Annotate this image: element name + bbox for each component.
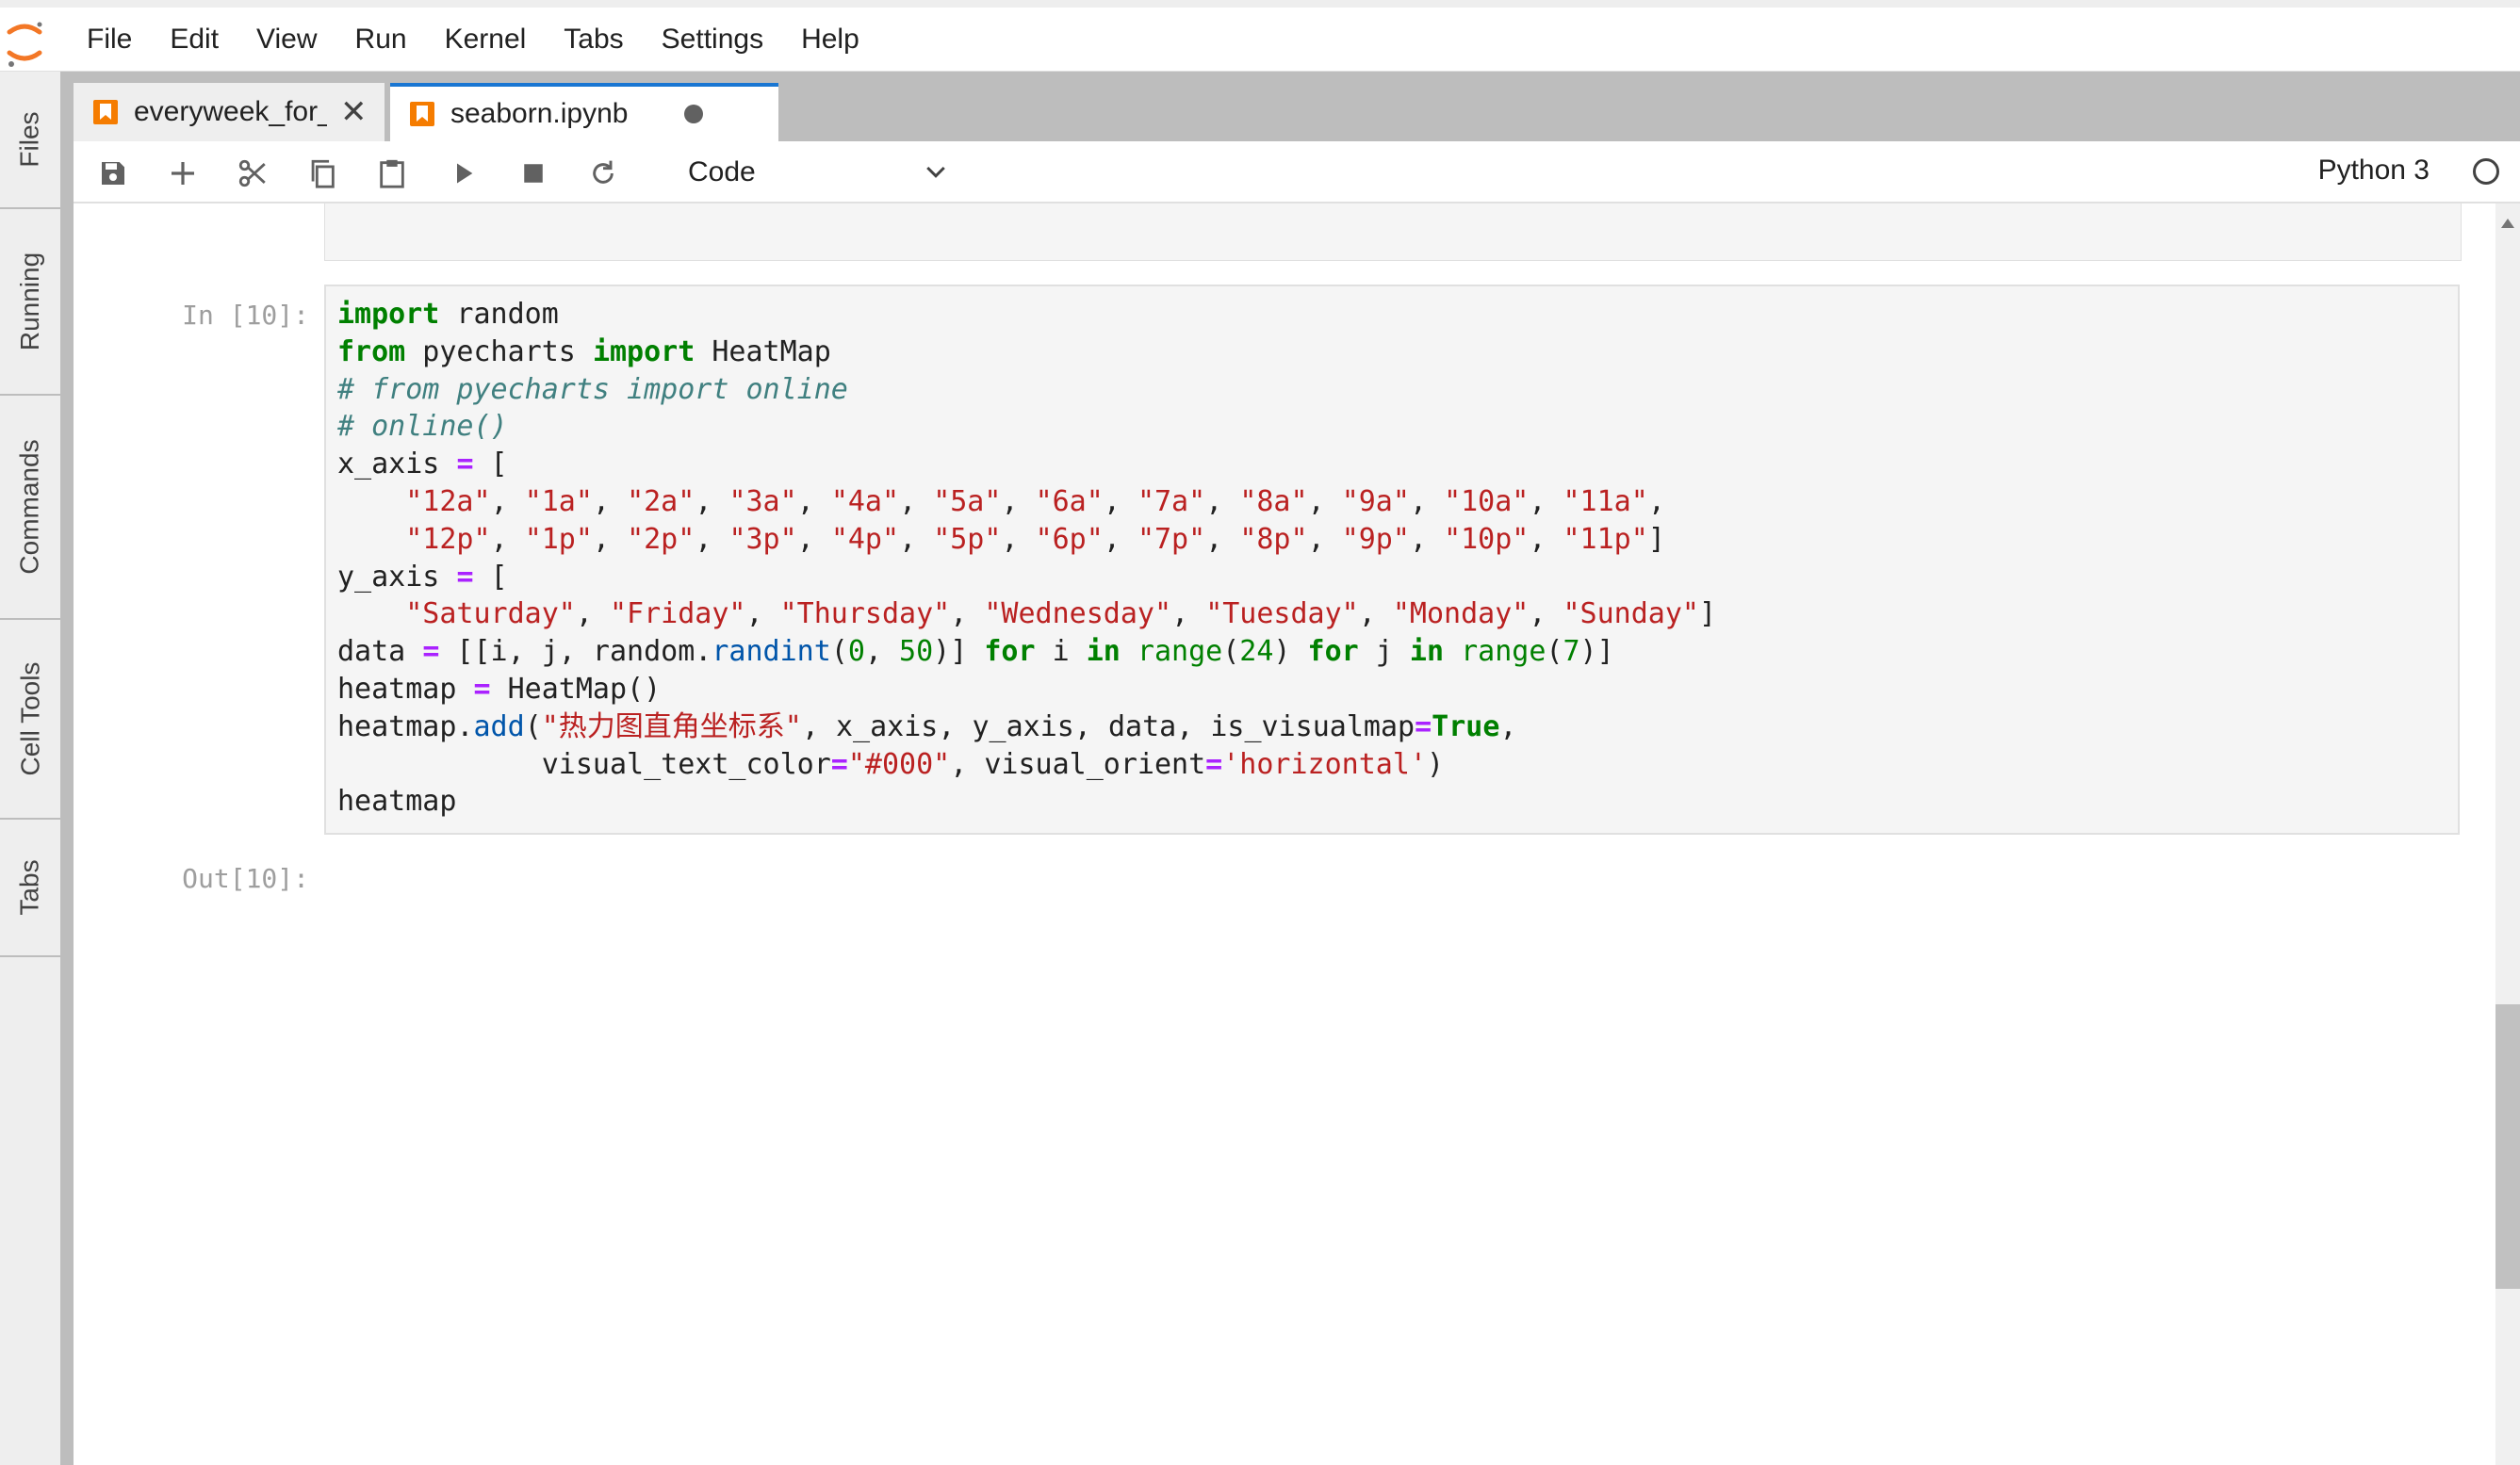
document-tab-bar: everyweek_for_l ✕ seaborn.ipynb	[74, 72, 2520, 141]
sidebar-tab-label: Cell Tools	[15, 661, 44, 776]
sidebar-tab-label: Files	[15, 111, 44, 168]
stop-button[interactable]	[515, 155, 552, 192]
code-line: from pyecharts import HeatMap	[337, 334, 831, 368]
tab-everyweek-notebook[interactable]: everyweek_for_l ✕	[74, 83, 385, 141]
add-cell-icon	[172, 162, 194, 185]
cell-type-select[interactable]: Code	[677, 149, 950, 196]
run-button[interactable]	[445, 155, 483, 192]
notebook-icon	[410, 102, 434, 126]
unsaved-dot-icon[interactable]	[684, 105, 703, 123]
cell-type-value: Code	[688, 156, 756, 187]
restart-button[interactable]	[584, 155, 622, 192]
scrollbar-thumb[interactable]	[2495, 1004, 2520, 1289]
menu-view[interactable]: View	[237, 24, 335, 56]
code-line: import random	[337, 298, 559, 331]
main-menu: File Edit View Run Kernel Tabs Settings …	[68, 8, 878, 72]
menu-settings[interactable]: Settings	[643, 24, 782, 56]
code-line: "12a", "1a", "2a", "3a", "4a", "5a", "6a…	[405, 484, 1665, 518]
scroll-up-arrow-icon[interactable]	[2501, 219, 2514, 228]
code-line: heatmap.add("热力图直角坐标系", x_axis, y_axis, …	[337, 709, 1517, 743]
save-icon	[102, 162, 124, 185]
menu-edit[interactable]: Edit	[151, 24, 237, 56]
save-button[interactable]	[94, 155, 132, 192]
notebook-panel: In [10]: import random from pyecharts im…	[74, 203, 2520, 1465]
sidebar-tab-running[interactable]: Running	[0, 209, 60, 396]
sidebar-tab-label: Tabs	[15, 859, 44, 916]
chevron-down-icon	[926, 166, 945, 178]
run-icon	[457, 163, 473, 184]
menu-run[interactable]: Run	[336, 24, 426, 56]
code-line: data = [[i, j, random.randint(0, 50)] fo…	[337, 635, 1614, 669]
menu-help[interactable]: Help	[782, 24, 878, 56]
menu-file[interactable]: File	[68, 24, 151, 56]
tab-label: seaborn.ipynb	[450, 98, 629, 129]
output-prompt: Out[10]:	[182, 863, 309, 894]
cut-button[interactable]	[234, 155, 271, 192]
code-line: visual_text_color="#000", visual_orient=…	[337, 747, 1445, 781]
copy-button[interactable]	[303, 155, 341, 192]
code-line: # online()	[337, 410, 508, 444]
code-line: "Saturday", "Friday", "Thursday", "Wedne…	[405, 597, 1717, 631]
copy-icon	[311, 159, 335, 188]
code-line: y_axis = [	[337, 560, 508, 594]
tab-seaborn-notebook[interactable]: seaborn.ipynb	[390, 83, 778, 141]
tab-label: everyweek_for_l	[134, 96, 327, 127]
code-cell-editor[interactable]: import random from pyecharts import Heat…	[324, 285, 2460, 835]
close-icon[interactable]: ✕	[340, 96, 368, 128]
left-sidebar: Files Running Commands Cell Tools Tabs	[0, 72, 61, 1465]
code-content[interactable]: import random from pyecharts import Heat…	[326, 286, 2458, 830]
sidebar-tab-commands[interactable]: Commands	[0, 396, 60, 620]
sidebar-tab-cell-tools[interactable]: Cell Tools	[0, 620, 60, 820]
sidebar-divider	[60, 72, 74, 1465]
input-prompt: In [10]:	[182, 300, 309, 331]
menu-bar: File Edit View Run Kernel Tabs Settings …	[0, 0, 2520, 72]
add-cell-button[interactable]	[164, 155, 202, 192]
cut-icon	[238, 159, 266, 187]
paste-icon	[380, 159, 404, 188]
sidebar-tab-label: Running	[15, 252, 44, 351]
code-line: heatmap = HeatMap()	[337, 672, 662, 706]
notebook-icon	[93, 100, 118, 124]
menu-tabs[interactable]: Tabs	[545, 24, 642, 56]
sidebar-tab-tabs[interactable]: Tabs	[0, 820, 60, 957]
jupyter-logo-icon	[7, 22, 42, 67]
sidebar-tab-files[interactable]: Files	[0, 72, 60, 209]
kernel-status-icon	[2473, 158, 2499, 185]
previous-cell[interactable]	[324, 203, 2462, 261]
code-line: # from pyecharts import online	[337, 372, 848, 406]
stop-icon	[524, 164, 543, 183]
notebook-toolbar: Code Python 3	[74, 141, 2520, 203]
paste-button[interactable]	[373, 155, 411, 192]
restart-icon	[593, 160, 614, 184]
menu-kernel[interactable]: Kernel	[426, 24, 546, 56]
kernel-name[interactable]: Python 3	[2318, 155, 2430, 187]
code-line: x_axis = [	[337, 448, 508, 481]
code-line: "12p", "1p", "2p", "3p", "4p", "5p", "6p…	[405, 522, 1665, 556]
sidebar-tab-label: Commands	[15, 439, 45, 575]
code-line: heatmap	[337, 785, 457, 819]
